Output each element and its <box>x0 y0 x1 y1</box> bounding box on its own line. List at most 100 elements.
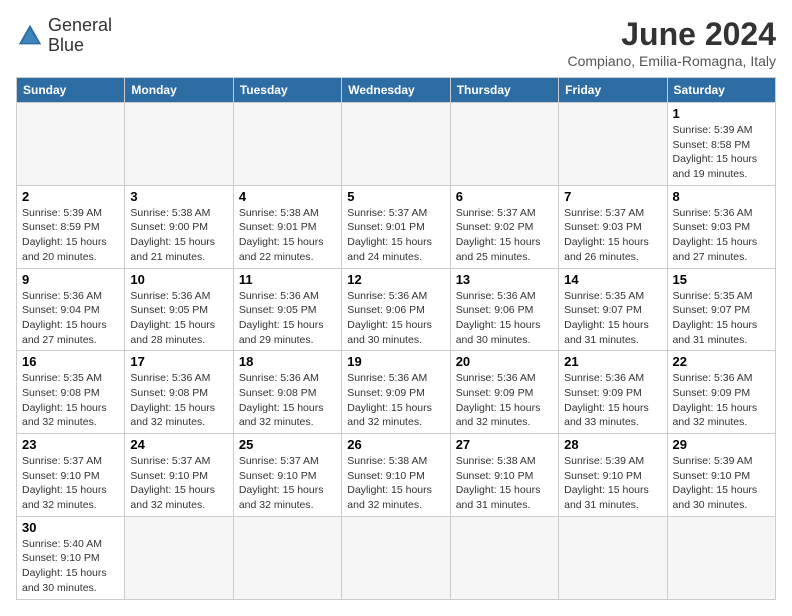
month-title: June 2024 <box>567 16 776 53</box>
calendar-cell: 22Sunrise: 5:36 AMSunset: 9:09 PMDayligh… <box>667 351 775 434</box>
day-info: Sunrise: 5:36 AMSunset: 9:06 PMDaylight:… <box>456 289 553 348</box>
weekday-header-thursday: Thursday <box>450 78 558 103</box>
day-info: Sunrise: 5:38 AMSunset: 9:10 PMDaylight:… <box>456 454 553 513</box>
day-number: 15 <box>673 272 770 287</box>
calendar-cell <box>233 103 341 186</box>
calendar-cell: 14Sunrise: 5:35 AMSunset: 9:07 PMDayligh… <box>559 268 667 351</box>
day-number: 25 <box>239 437 336 452</box>
calendar-cell: 8 Sunrise: 5:36 AMSunset: 9:03 PMDaylight… <box>667 185 775 268</box>
day-number: 26 <box>347 437 444 452</box>
calendar-week-5: 23 Sunrise: 5:37 AMSunset: 9:10 PMDayligh… <box>17 434 776 517</box>
weekday-header-sunday: Sunday <box>17 78 125 103</box>
calendar-cell <box>667 516 775 599</box>
calendar-cell: 27 Sunrise: 5:38 AMSunset: 9:10 PMDayligh… <box>450 434 558 517</box>
day-info: Sunrise: 5:36 AMSunset: 9:09 PMDaylight:… <box>347 371 444 430</box>
weekday-header-wednesday: Wednesday <box>342 78 450 103</box>
day-info: Sunrise: 5:39 AMSunset: 9:10 PMDaylight:… <box>673 454 770 513</box>
day-number: 30 <box>22 520 119 535</box>
calendar-cell <box>125 516 233 599</box>
logo-text: General Blue <box>48 16 112 56</box>
day-number: 19 <box>347 354 444 369</box>
calendar-cell: 4 Sunrise: 5:38 AMSunset: 9:01 PMDaylight… <box>233 185 341 268</box>
page-container: General Blue June 2024 Compiano, Emilia-… <box>16 16 776 600</box>
day-number: 17 <box>130 354 227 369</box>
calendar-cell: 2 Sunrise: 5:39 AMSunset: 8:59 PMDaylight… <box>17 185 125 268</box>
day-info: Sunrise: 5:36 AMSunset: 9:08 PMDaylight:… <box>130 371 227 430</box>
calendar-cell <box>17 103 125 186</box>
calendar-cell: 9Sunrise: 5:36 AMSunset: 9:04 PMDaylight… <box>17 268 125 351</box>
day-info: Sunrise: 5:36 AMSunset: 9:08 PMDaylight:… <box>239 371 336 430</box>
day-number: 5 <box>347 189 444 204</box>
day-number: 11 <box>239 272 336 287</box>
day-number: 8 <box>673 189 770 204</box>
day-info: Sunrise: 5:37 AMSunset: 9:10 PMDaylight:… <box>130 454 227 513</box>
calendar-week-2: 2 Sunrise: 5:39 AMSunset: 8:59 PMDaylight… <box>17 185 776 268</box>
day-info: Sunrise: 5:37 AMSunset: 9:01 PMDaylight:… <box>347 206 444 265</box>
day-info: Sunrise: 5:38 AMSunset: 9:01 PMDaylight:… <box>239 206 336 265</box>
day-number: 2 <box>22 189 119 204</box>
location-subtitle: Compiano, Emilia-Romagna, Italy <box>567 53 776 69</box>
day-number: 24 <box>130 437 227 452</box>
day-info: Sunrise: 5:37 AMSunset: 9:10 PMDaylight:… <box>239 454 336 513</box>
day-number: 12 <box>347 272 444 287</box>
calendar-cell <box>233 516 341 599</box>
day-info: Sunrise: 5:36 AMSunset: 9:09 PMDaylight:… <box>456 371 553 430</box>
day-number: 21 <box>564 354 661 369</box>
calendar-table: SundayMondayTuesdayWednesdayThursdayFrid… <box>16 77 776 600</box>
day-info: Sunrise: 5:36 AMSunset: 9:04 PMDaylight:… <box>22 289 119 348</box>
day-info: Sunrise: 5:36 AMSunset: 9:05 PMDaylight:… <box>239 289 336 348</box>
day-number: 27 <box>456 437 553 452</box>
day-number: 4 <box>239 189 336 204</box>
calendar-cell: 12 Sunrise: 5:36 AMSunset: 9:06 PMDayligh… <box>342 268 450 351</box>
weekday-header-monday: Monday <box>125 78 233 103</box>
day-number: 10 <box>130 272 227 287</box>
weekday-header-tuesday: Tuesday <box>233 78 341 103</box>
day-number: 22 <box>673 354 770 369</box>
calendar-cell: 1Sunrise: 5:39 AMSunset: 8:58 PMDaylight… <box>667 103 775 186</box>
calendar-week-6: 30 Sunrise: 5:40 AMSunset: 9:10 PMDayligh… <box>17 516 776 599</box>
day-info: Sunrise: 5:36 AMSunset: 9:05 PMDaylight:… <box>130 289 227 348</box>
day-info: Sunrise: 5:38 AMSunset: 9:10 PMDaylight:… <box>347 454 444 513</box>
calendar-cell: 28 Sunrise: 5:39 AMSunset: 9:10 PMDayligh… <box>559 434 667 517</box>
day-info: Sunrise: 5:39 AMSunset: 9:10 PMDaylight:… <box>564 454 661 513</box>
day-info: Sunrise: 5:39 AMSunset: 8:59 PMDaylight:… <box>22 206 119 265</box>
calendar-cell: 17 Sunrise: 5:36 AMSunset: 9:08 PMDayligh… <box>125 351 233 434</box>
calendar-cell: 30 Sunrise: 5:40 AMSunset: 9:10 PMDayligh… <box>17 516 125 599</box>
logo: General Blue <box>16 16 112 56</box>
day-info: Sunrise: 5:35 AMSunset: 9:08 PMDaylight:… <box>22 371 119 430</box>
calendar-cell: 29Sunrise: 5:39 AMSunset: 9:10 PMDayligh… <box>667 434 775 517</box>
header: General Blue June 2024 Compiano, Emilia-… <box>16 16 776 69</box>
calendar-cell: 10 Sunrise: 5:36 AMSunset: 9:05 PMDayligh… <box>125 268 233 351</box>
calendar-cell: 21 Sunrise: 5:36 AMSunset: 9:09 PMDayligh… <box>559 351 667 434</box>
calendar-cell: 26 Sunrise: 5:38 AMSunset: 9:10 PMDayligh… <box>342 434 450 517</box>
day-number: 1 <box>673 106 770 121</box>
calendar-cell: 19 Sunrise: 5:36 AMSunset: 9:09 PMDayligh… <box>342 351 450 434</box>
day-number: 20 <box>456 354 553 369</box>
day-info: Sunrise: 5:36 AMSunset: 9:09 PMDaylight:… <box>564 371 661 430</box>
calendar-week-4: 16Sunrise: 5:35 AMSunset: 9:08 PMDayligh… <box>17 351 776 434</box>
day-info: Sunrise: 5:36 AMSunset: 9:03 PMDaylight:… <box>673 206 770 265</box>
calendar-cell <box>342 516 450 599</box>
day-number: 14 <box>564 272 661 287</box>
day-number: 18 <box>239 354 336 369</box>
calendar-cell: 25 Sunrise: 5:37 AMSunset: 9:10 PMDayligh… <box>233 434 341 517</box>
calendar-cell: 13 Sunrise: 5:36 AMSunset: 9:06 PMDayligh… <box>450 268 558 351</box>
weekday-header-friday: Friday <box>559 78 667 103</box>
calendar-cell: 7 Sunrise: 5:37 AMSunset: 9:03 PMDaylight… <box>559 185 667 268</box>
day-number: 13 <box>456 272 553 287</box>
day-number: 23 <box>22 437 119 452</box>
day-number: 6 <box>456 189 553 204</box>
day-info: Sunrise: 5:40 AMSunset: 9:10 PMDaylight:… <box>22 537 119 596</box>
calendar-cell: 16Sunrise: 5:35 AMSunset: 9:08 PMDayligh… <box>17 351 125 434</box>
calendar-week-1: 1Sunrise: 5:39 AMSunset: 8:58 PMDaylight… <box>17 103 776 186</box>
day-number: 7 <box>564 189 661 204</box>
weekday-header-row: SundayMondayTuesdayWednesdayThursdayFrid… <box>17 78 776 103</box>
calendar-cell: 24 Sunrise: 5:37 AMSunset: 9:10 PMDayligh… <box>125 434 233 517</box>
day-info: Sunrise: 5:36 AMSunset: 9:06 PMDaylight:… <box>347 289 444 348</box>
day-info: Sunrise: 5:35 AMSunset: 9:07 PMDaylight:… <box>673 289 770 348</box>
calendar-week-3: 9Sunrise: 5:36 AMSunset: 9:04 PMDaylight… <box>17 268 776 351</box>
calendar-cell: 23Sunrise: 5:37 AMSunset: 9:10 PMDayligh… <box>17 434 125 517</box>
day-number: 28 <box>564 437 661 452</box>
calendar-cell: 18 Sunrise: 5:36 AMSunset: 9:08 PMDayligh… <box>233 351 341 434</box>
day-info: Sunrise: 5:37 AMSunset: 9:03 PMDaylight:… <box>564 206 661 265</box>
